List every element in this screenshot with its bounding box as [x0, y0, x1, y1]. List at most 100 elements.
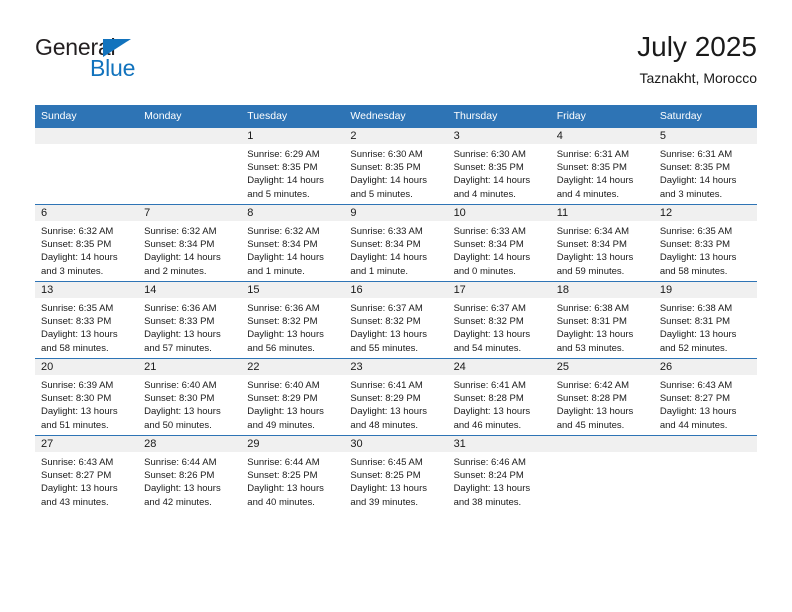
calendar-day-cell[interactable]: 17 Sunrise: 6:37 AM Sunset: 8:32 PM Dayligh…: [447, 281, 551, 359]
sunrise-text: Sunrise: 6:32 AM: [247, 226, 320, 237]
calendar-day-cell-empty: [35, 127, 139, 205]
calendar-header-row: Sunday Monday Tuesday Wednesday Thursday…: [35, 105, 757, 128]
daylight-text-line1: Daylight: 13 hours: [350, 406, 427, 418]
daylight-text-line2: and 54 minutes.: [453, 342, 522, 354]
daylight-text-line2: and 3 minutes.: [659, 188, 723, 200]
daylight-text-line2: and 44 minutes.: [659, 419, 728, 431]
daylight-text-line2: and 0 minutes.: [453, 265, 516, 277]
calendar-day-cell[interactable]: 10 Sunrise: 6:33 AM Sunset: 8:34 PM Dayligh…: [447, 204, 551, 282]
calendar-day-cell[interactable]: 2 Sunrise: 6:30 AM Sunset: 8:35 PM Daylight…: [344, 127, 448, 205]
day-details: Sunrise: 6:46 AM Sunset: 8:24 PM Daylight:…: [448, 452, 551, 509]
day-number: 9: [344, 205, 448, 221]
daylight-text-line1: Daylight: 14 hours: [41, 252, 118, 264]
daylight-text-line2: and 58 minutes.: [659, 265, 728, 277]
sunset-text: Sunset: 8:32 PM: [350, 316, 421, 328]
sunrise-text: Sunrise: 6:40 AM: [144, 380, 217, 391]
calendar-day-cell[interactable]: 8 Sunrise: 6:32 AM Sunset: 8:34 PM Daylight…: [241, 204, 345, 282]
day-number: [653, 436, 757, 452]
sunrise-text: Sunrise: 6:29 AM: [247, 149, 320, 160]
calendar-day-cell[interactable]: 11 Sunrise: 6:34 AM Sunset: 8:34 PM Dayligh…: [550, 204, 654, 282]
daylight-text-line1: Daylight: 14 hours: [247, 252, 324, 264]
day-number: 19: [653, 282, 757, 298]
day-details: Sunrise: 6:37 AM Sunset: 8:32 PM Daylight:…: [448, 298, 551, 355]
calendar-day-cell[interactable]: 28 Sunrise: 6:44 AM Sunset: 8:26 PM Dayligh…: [138, 435, 242, 512]
daylight-text-line1: Daylight: 13 hours: [453, 406, 531, 418]
daylight-text-line2: and 4 minutes.: [556, 188, 620, 200]
calendar-day-cell-empty: [653, 435, 757, 512]
daylight-text-line1: Daylight: 14 hours: [556, 175, 634, 187]
calendar-day-cell[interactable]: 22 Sunrise: 6:40 AM Sunset: 8:29 PM Dayligh…: [241, 358, 345, 436]
calendar-day-cell[interactable]: 19 Sunrise: 6:38 AM Sunset: 8:31 PM Dayligh…: [653, 281, 757, 359]
day-number: 30: [344, 436, 448, 452]
day-details: Sunrise: 6:38 AM Sunset: 8:31 PM Daylight:…: [654, 298, 757, 355]
calendar-day-cell[interactable]: 20 Sunrise: 6:39 AM Sunset: 8:30 PM Dayligh…: [35, 358, 139, 436]
day-details: Sunrise: 6:41 AM Sunset: 8:29 PM Daylight:…: [344, 375, 447, 432]
sunset-text: Sunset: 8:25 PM: [247, 470, 318, 482]
calendar-table: Sunday Monday Tuesday Wednesday Thursday…: [35, 105, 757, 512]
calendar-day-cell[interactable]: 21 Sunrise: 6:40 AM Sunset: 8:30 PM Dayligh…: [138, 358, 242, 436]
day-number: 28: [138, 436, 242, 452]
day-number: [35, 128, 139, 144]
sunset-text: Sunset: 8:28 PM: [556, 393, 627, 405]
calendar-day-cell[interactable]: 3 Sunrise: 6:30 AM Sunset: 8:35 PM Daylight…: [447, 127, 551, 205]
daylight-text-line2: and 53 minutes.: [556, 342, 625, 354]
sunrise-text: Sunrise: 6:39 AM: [41, 380, 114, 391]
calendar-day-cell[interactable]: 13 Sunrise: 6:35 AM Sunset: 8:33 PM Dayligh…: [35, 281, 139, 359]
day-number: 25: [550, 359, 654, 375]
calendar-day-cell[interactable]: 30 Sunrise: 6:45 AM Sunset: 8:25 PM Dayligh…: [344, 435, 448, 512]
day-details: Sunrise: 6:34 AM Sunset: 8:34 PM Daylight:…: [551, 221, 654, 278]
day-details: Sunrise: 6:31 AM Sunset: 8:35 PM Daylight:…: [654, 144, 757, 201]
day-number: 2: [344, 128, 448, 144]
sunrise-text: Sunrise: 6:44 AM: [247, 457, 320, 468]
calendar-day-cell[interactable]: 12 Sunrise: 6:35 AM Sunset: 8:33 PM Dayligh…: [653, 204, 757, 282]
daylight-text-line2: and 51 minutes.: [41, 419, 109, 431]
calendar-day-cell[interactable]: 4 Sunrise: 6:31 AM Sunset: 8:35 PM Daylight…: [550, 127, 654, 205]
calendar-day-cell[interactable]: 15 Sunrise: 6:36 AM Sunset: 8:32 PM Dayligh…: [241, 281, 345, 359]
day-number: 27: [35, 436, 139, 452]
calendar-day-cell[interactable]: 5 Sunrise: 6:31 AM Sunset: 8:35 PM Daylight…: [653, 127, 757, 205]
daylight-text-line1: Daylight: 13 hours: [556, 252, 634, 264]
day-number: 21: [138, 359, 242, 375]
day-number: 3: [447, 128, 551, 144]
sunrise-text: Sunrise: 6:37 AM: [350, 303, 423, 314]
sunrise-text: Sunrise: 6:37 AM: [453, 303, 526, 314]
weekday-header-sunday: Sunday: [35, 105, 139, 128]
calendar-day-cell[interactable]: 18 Sunrise: 6:38 AM Sunset: 8:31 PM Dayligh…: [550, 281, 654, 359]
day-details: Sunrise: 6:29 AM Sunset: 8:35 PM Daylight:…: [241, 144, 344, 201]
day-number: 7: [138, 205, 242, 221]
day-number: 10: [447, 205, 551, 221]
calendar-day-cell[interactable]: 9 Sunrise: 6:33 AM Sunset: 8:34 PM Daylight…: [344, 204, 448, 282]
sunrise-text: Sunrise: 6:42 AM: [556, 380, 630, 391]
sunset-text: Sunset: 8:32 PM: [247, 316, 318, 328]
sunset-text: Sunset: 8:35 PM: [41, 239, 112, 251]
calendar-day-cell[interactable]: 1 Sunrise: 6:29 AM Sunset: 8:35 PM Daylight…: [241, 127, 345, 205]
sunrise-text: Sunrise: 6:33 AM: [453, 226, 526, 237]
weekday-header-monday: Monday: [138, 105, 242, 128]
sunset-text: Sunset: 8:26 PM: [144, 470, 215, 482]
calendar-day-cell[interactable]: 29 Sunrise: 6:44 AM Sunset: 8:25 PM Dayligh…: [241, 435, 345, 512]
day-details: Sunrise: 6:40 AM Sunset: 8:29 PM Daylight:…: [241, 375, 344, 432]
day-number: 11: [550, 205, 654, 221]
page-subtitle: Taznakht, Morocco: [639, 70, 758, 86]
calendar-day-cell[interactable]: 26 Sunrise: 6:43 AM Sunset: 8:27 PM Dayligh…: [653, 358, 757, 436]
calendar-day-cell[interactable]: 6 Sunrise: 6:32 AM Sunset: 8:35 PM Daylight…: [35, 204, 139, 282]
calendar-day-cell[interactable]: 7 Sunrise: 6:32 AM Sunset: 8:34 PM Daylight…: [138, 204, 242, 282]
day-details: Sunrise: 6:30 AM Sunset: 8:35 PM Daylight:…: [448, 144, 551, 201]
daylight-text-line1: Daylight: 14 hours: [659, 175, 737, 187]
calendar-day-cell[interactable]: 25 Sunrise: 6:42 AM Sunset: 8:28 PM Dayligh…: [550, 358, 654, 436]
sunrise-text: Sunrise: 6:45 AM: [350, 457, 423, 468]
day-number: 13: [35, 282, 139, 298]
day-details: Sunrise: 6:43 AM Sunset: 8:27 PM Daylight:…: [35, 452, 138, 509]
calendar-day-cell[interactable]: 16 Sunrise: 6:37 AM Sunset: 8:32 PM Dayligh…: [344, 281, 448, 359]
general-blue-logo[interactable]: General Blue: [35, 34, 215, 90]
calendar-day-cell[interactable]: 31 Sunrise: 6:46 AM Sunset: 8:24 PM Dayligh…: [447, 435, 551, 512]
sunset-text: Sunset: 8:33 PM: [41, 316, 112, 328]
daylight-text-line2: and 55 minutes.: [350, 342, 419, 354]
calendar-day-cell[interactable]: 14 Sunrise: 6:36 AM Sunset: 8:33 PM Dayligh…: [138, 281, 242, 359]
calendar-day-cell[interactable]: 23 Sunrise: 6:41 AM Sunset: 8:29 PM Dayligh…: [344, 358, 448, 436]
sunset-text: Sunset: 8:29 PM: [350, 393, 421, 405]
sunrise-text: Sunrise: 6:31 AM: [556, 149, 630, 160]
calendar-day-cell[interactable]: 24 Sunrise: 6:41 AM Sunset: 8:28 PM Dayligh…: [447, 358, 551, 436]
calendar-day-cell[interactable]: 27 Sunrise: 6:43 AM Sunset: 8:27 PM Dayligh…: [35, 435, 139, 512]
sunrise-text: Sunrise: 6:36 AM: [247, 303, 320, 314]
